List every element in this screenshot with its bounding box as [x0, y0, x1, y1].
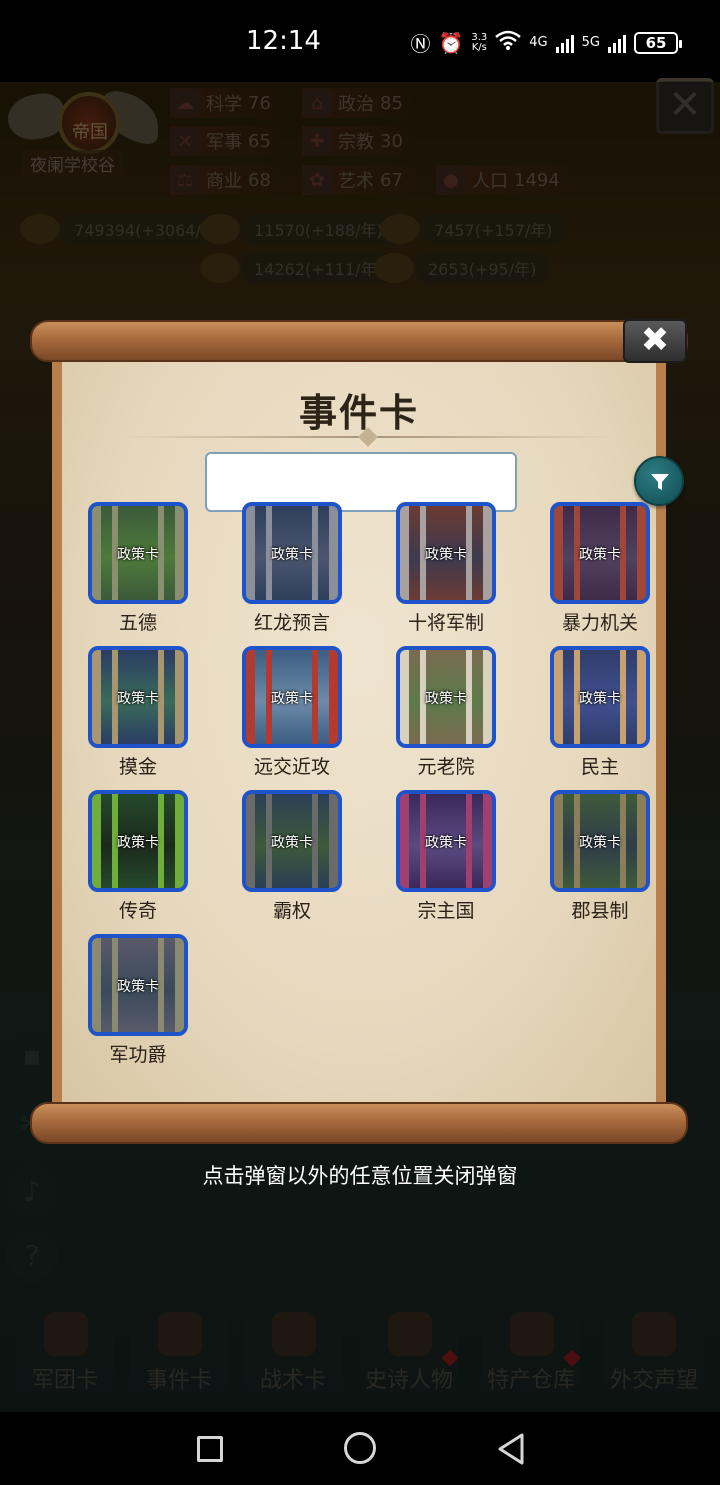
- back-icon: [498, 1433, 524, 1465]
- card-type-badge: 政策卡: [579, 691, 621, 707]
- network-type-b: 5G: [581, 35, 600, 50]
- policy-card[interactable]: 政策卡 红龙预言: [242, 502, 342, 634]
- modal-title: 事件卡: [298, 391, 419, 435]
- network-type-a: 4G: [529, 35, 548, 50]
- network-speed-unit: K/s: [471, 41, 487, 53]
- navigation-bar: [0, 1412, 720, 1485]
- recent-apps-button[interactable]: [197, 1436, 223, 1462]
- card-type-badge: 政策卡: [425, 547, 467, 563]
- card-artwork: 政策卡: [396, 646, 496, 748]
- card-artwork: 政策卡: [88, 646, 188, 748]
- policy-card[interactable]: 政策卡 宗主国: [396, 790, 496, 922]
- card-artwork: 政策卡: [88, 934, 188, 1036]
- card-name: 十将军制: [407, 612, 484, 634]
- event-card-modal: 事件卡 政策卡 五德 政策卡 红龙预言 政策卡 十将军制 政策卡 暴力机关 政策卡 摸金 政策卡 远交…: [30, 316, 688, 1146]
- signal-icon-b: [608, 33, 626, 53]
- status-icons: Ⓝ ⏰ 3.3 K/s 4G 5G 65: [410, 28, 682, 57]
- card-artwork: 政策卡: [550, 646, 650, 748]
- card-artwork: 政策卡: [88, 502, 188, 604]
- card-type-badge: 政策卡: [117, 691, 159, 707]
- card-name: 红龙预言: [253, 612, 330, 634]
- card-artwork: 政策卡: [396, 502, 496, 604]
- policy-card[interactable]: 政策卡 民主: [550, 646, 650, 778]
- scroll-rod-bottom: [30, 1102, 688, 1144]
- dismiss-hint: 点击弹窗以外的任意位置关闭弹窗: [202, 1164, 518, 1188]
- card-name: 军功爵: [109, 1044, 167, 1066]
- card-type-badge: 政策卡: [117, 547, 159, 563]
- close-icon: ✖: [640, 320, 670, 360]
- card-type-badge: 政策卡: [579, 547, 621, 563]
- card-type-badge: 政策卡: [425, 691, 467, 707]
- card-artwork: 政策卡: [88, 790, 188, 892]
- funnel-icon: [651, 474, 669, 490]
- card-type-badge: 政策卡: [271, 691, 313, 707]
- card-name: 暴力机关: [561, 612, 638, 634]
- card-name: 郡县制: [571, 900, 629, 922]
- policy-card[interactable]: 政策卡 郡县制: [550, 790, 650, 922]
- policy-card[interactable]: 政策卡 元老院: [396, 646, 496, 778]
- policy-card[interactable]: 政策卡 军功爵: [88, 934, 188, 1066]
- alarm-icon: ⏰: [438, 30, 464, 55]
- card-name: 霸权: [272, 900, 311, 922]
- card-type-badge: 政策卡: [271, 547, 313, 563]
- status-time: 12:14: [246, 26, 321, 56]
- policy-card[interactable]: 政策卡 暴力机关: [550, 502, 650, 634]
- policy-card[interactable]: 政策卡 远交近攻: [242, 646, 342, 778]
- home-button[interactable]: [344, 1432, 376, 1464]
- policy-card[interactable]: 政策卡 五德: [88, 502, 188, 634]
- nfc-icon: Ⓝ: [410, 32, 431, 56]
- card-type-badge: 政策卡: [425, 835, 467, 851]
- card-type-badge: 政策卡: [117, 835, 159, 851]
- card-type-badge: 政策卡: [579, 835, 621, 851]
- card-artwork: 政策卡: [242, 646, 342, 748]
- card-artwork: 政策卡: [396, 790, 496, 892]
- card-name: 远交近攻: [253, 756, 330, 778]
- scroll-rod-top: [30, 320, 688, 362]
- card-name: 摸金: [118, 756, 157, 778]
- card-name: 民主: [580, 756, 619, 778]
- card-type-badge: 政策卡: [271, 835, 313, 851]
- policy-card[interactable]: 政策卡 霸权: [242, 790, 342, 922]
- battery-icon: 65: [634, 31, 682, 54]
- card-artwork: 政策卡: [550, 790, 650, 892]
- card-name: 传奇: [118, 900, 157, 922]
- card-type-badge: 政策卡: [117, 979, 159, 995]
- parchment-panel: 事件卡 政策卡 五德 政策卡 红龙预言 政策卡 十将军制 政策卡 暴力机关 政策卡 摸金 政策卡 远交…: [52, 342, 684, 1118]
- card-name: 元老院: [417, 756, 475, 778]
- wifi-icon: [495, 30, 522, 55]
- card-name: 宗主国: [417, 900, 475, 922]
- card-artwork: 政策卡: [242, 790, 342, 892]
- signal-icon-a: [555, 33, 574, 53]
- card-name: 五德: [118, 612, 157, 634]
- card-artwork: 政策卡: [550, 502, 650, 604]
- policy-card[interactable]: 政策卡 摸金: [88, 646, 188, 778]
- filter-button[interactable]: [634, 456, 684, 506]
- status-bar: 12:14 Ⓝ ⏰ 3.3 K/s 4G 5G 65: [0, 0, 720, 82]
- close-button[interactable]: ✖: [623, 319, 687, 363]
- policy-card[interactable]: 政策卡 十将军制: [396, 502, 496, 634]
- network-speed: 3.3 K/s: [471, 32, 487, 53]
- card-artwork: 政策卡: [242, 502, 342, 604]
- policy-card[interactable]: 政策卡 传奇: [88, 790, 188, 922]
